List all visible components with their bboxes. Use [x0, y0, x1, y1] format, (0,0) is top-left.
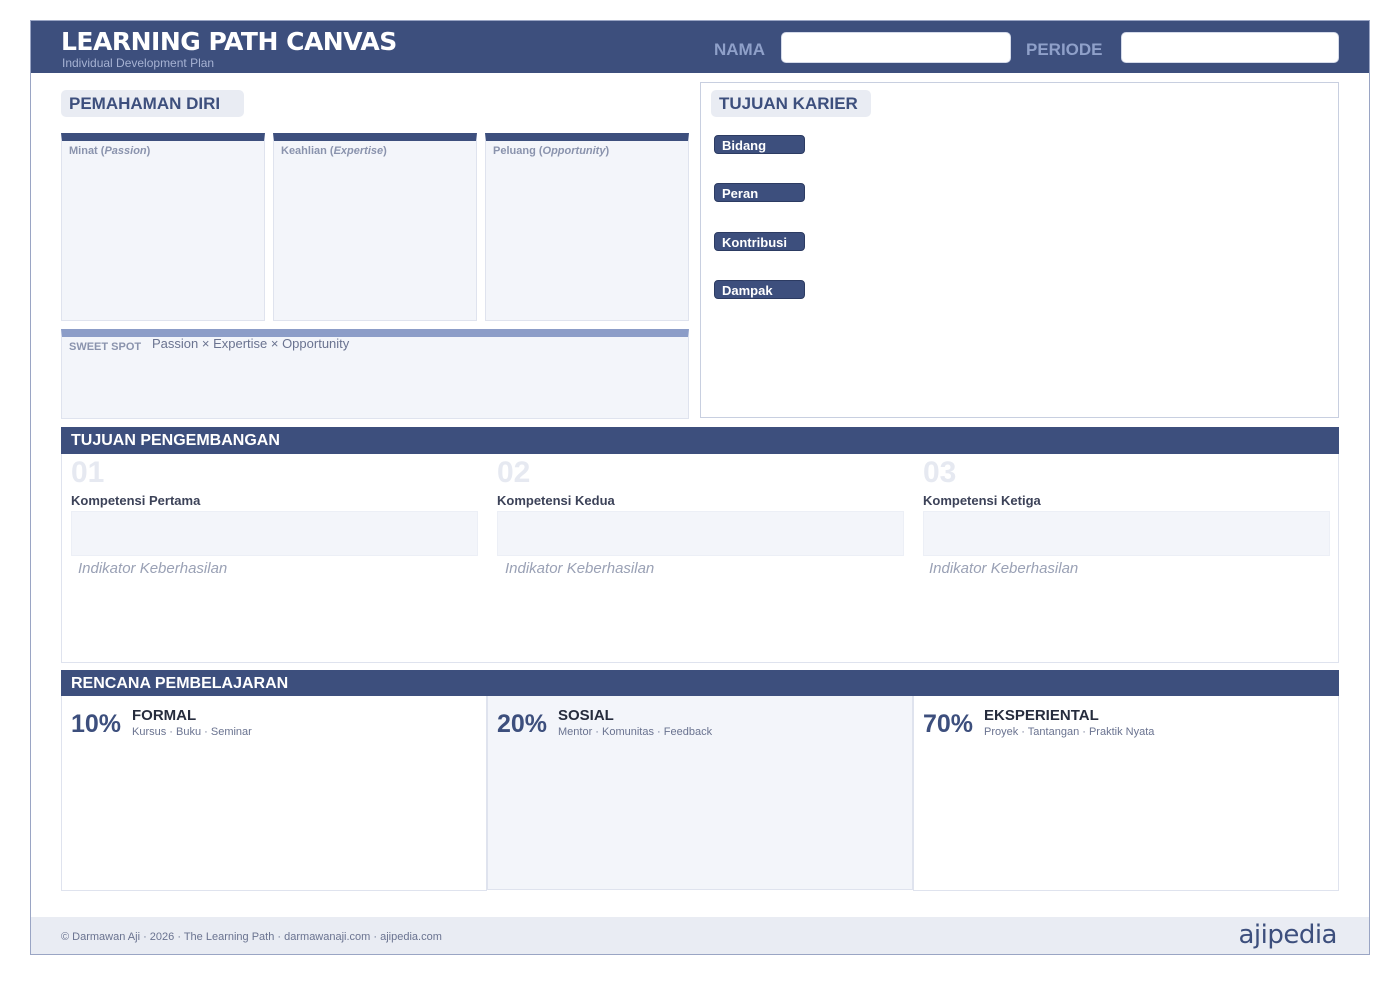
karier-item-kontribusi: Kontribusi: [714, 232, 805, 251]
periode-label: PERIODE: [1026, 40, 1103, 59]
tujuan-karier-title: TUJUAN KARIER: [711, 90, 871, 117]
goal-field[interactable]: [71, 511, 478, 556]
tujuan-pengembangan-header: TUJUAN PENGEMBANGAN: [61, 427, 1339, 454]
peluang-label: Peluang (Opportunity): [493, 145, 610, 157]
minat-label: Minat (Passion): [69, 145, 151, 157]
plan-percent: 20%: [497, 710, 548, 738]
goal-indicator: Indikator Keberhasilan: [505, 560, 655, 577]
plan-name: SOSIAL: [558, 707, 614, 724]
sweet-spot-description: Passion × Expertise × Opportunity: [152, 336, 350, 351]
plan-name: EKSPERIENTAL: [984, 707, 1099, 724]
page-subtitle: Individual Development Plan: [62, 56, 215, 70]
plan-eksperiental[interactable]: 70% EKSPERIENTAL Proyek · Tantangan · Pr…: [913, 696, 1339, 891]
plan-percent: 70%: [923, 710, 974, 738]
canvas-page: LEARNING PATH CANVAS Individual Developm…: [30, 20, 1370, 955]
goal-number: 03: [923, 456, 957, 489]
plan-name: FORMAL: [132, 707, 197, 724]
karier-item-bidang: Bidang: [714, 135, 805, 154]
rencana-pembelajaran-header: RENCANA PEMBELAJARAN: [61, 670, 1339, 697]
footer-bar: © Darmawan Aji · 2026 · The Learning Pat…: [31, 917, 1369, 954]
nama-field[interactable]: [781, 32, 1011, 63]
plan-description: Mentor · Komunitas · Feedback: [558, 726, 713, 738]
minat-box[interactable]: Minat (Passion): [61, 133, 265, 321]
goal-indicator: Indikator Keberhasilan: [78, 560, 228, 577]
nama-label: NAMA: [714, 40, 765, 59]
page-title: LEARNING PATH CANVAS: [61, 27, 397, 56]
ajipedia-logo: ajipedia: [1238, 920, 1337, 950]
tujuan-karier-panel[interactable]: TUJUAN KARIER Bidang Peran Kontribusi Da…: [700, 82, 1339, 418]
keahlian-box[interactable]: Keahlian (Expertise): [273, 133, 477, 321]
pemahaman-diri-title: PEMAHAMAN DIRI: [61, 90, 244, 117]
goal-name: Kompetensi Pertama: [71, 493, 201, 508]
tujuan-pengembangan-body: 01 Kompetensi Pertama Indikator Keberhas…: [61, 454, 1339, 663]
goal-number: 01: [71, 456, 105, 489]
goal-name: Kompetensi Ketiga: [923, 493, 1041, 508]
peluang-box[interactable]: Peluang (Opportunity): [485, 133, 689, 321]
goal-indicator: Indikator Keberhasilan: [929, 560, 1079, 577]
goal-field[interactable]: [497, 511, 904, 556]
goal-field[interactable]: [923, 511, 1330, 556]
karier-item-peran: Peran: [714, 183, 805, 202]
plan-sosial[interactable]: 20% SOSIAL Mentor · Komunitas · Feedback: [487, 696, 913, 890]
sweet-spot-box[interactable]: SWEET SPOT Passion × Expertise × Opportu…: [61, 329, 689, 419]
sweet-spot-label: SWEET SPOT: [69, 341, 142, 353]
plan-description: Proyek · Tantangan · Praktik Nyata: [984, 726, 1155, 738]
plan-formal[interactable]: 10% FORMAL Kursus · Buku · Seminar: [61, 696, 487, 891]
plan-percent: 10%: [71, 710, 122, 738]
karier-item-dampak: Dampak: [714, 280, 805, 299]
header-bar: LEARNING PATH CANVAS Individual Developm…: [31, 21, 1369, 73]
footer-copyright: © Darmawan Aji · 2026 · The Learning Pat…: [61, 931, 442, 943]
plan-description: Kursus · Buku · Seminar: [132, 726, 252, 738]
keahlian-label: Keahlian (Expertise): [281, 145, 387, 157]
goal-name: Kompetensi Kedua: [497, 493, 615, 508]
periode-field[interactable]: [1121, 32, 1339, 63]
goal-number: 02: [497, 456, 531, 489]
